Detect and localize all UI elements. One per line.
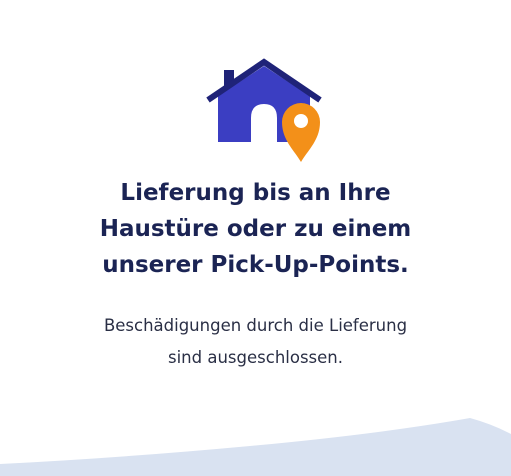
delivery-headline: Lieferung bis an Ihre Haustüre oder zu e… (0, 175, 511, 283)
subtext-line-2: sind ausgeschlossen. (168, 348, 343, 367)
house-with-location-pin-icon (206, 58, 322, 162)
headline-line-3: unserer Pick-Up-Points. (102, 252, 409, 278)
wave-shape (0, 418, 511, 476)
location-pin-shape (282, 103, 320, 162)
subtext-line-1: Beschädigungen durch die Lieferung (103, 316, 408, 335)
decorative-wave (0, 418, 511, 476)
location-pin-hole (294, 114, 308, 128)
delivery-subtext: Beschädigungen durch die Lieferung sind … (0, 310, 511, 374)
headline-line-1: Lieferung bis an Ihre (120, 180, 391, 206)
delivery-info-card: Lieferung bis an Ihre Haustüre oder zu e… (0, 0, 511, 476)
headline-line-2: Haustüre oder zu einem (99, 216, 412, 242)
